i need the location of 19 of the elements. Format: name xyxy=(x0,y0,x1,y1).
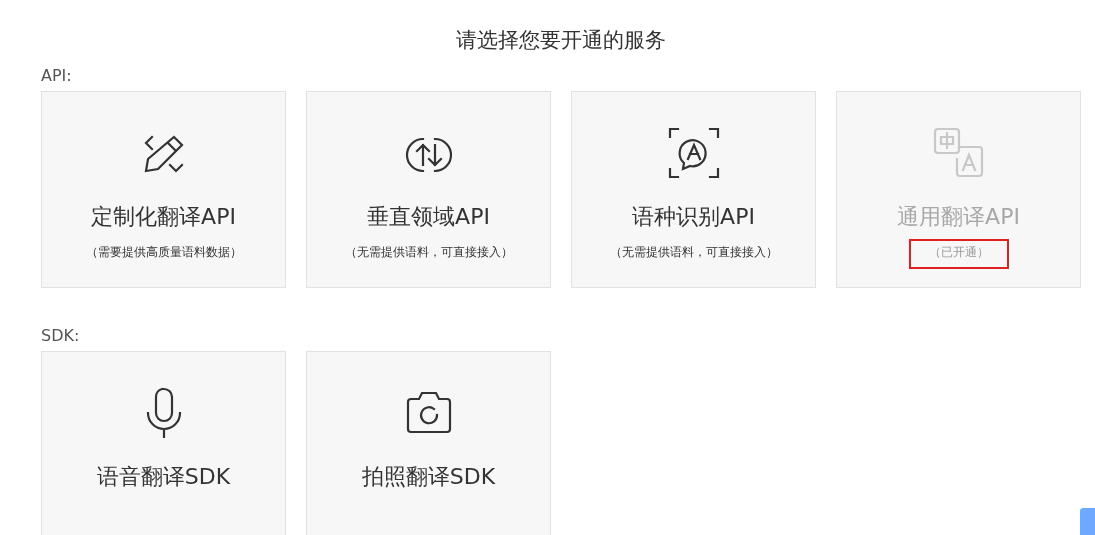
floating-tab[interactable] xyxy=(1080,508,1095,535)
service-card[interactable]: 语种识别API （无需提供语料，可直接接入） xyxy=(571,91,816,288)
section-label: API: xyxy=(41,66,73,85)
card-title: 拍照翻译SDK xyxy=(361,463,496,491)
card-note: （已开通） xyxy=(908,239,1009,269)
card-note: （需要提供高质量语料数据） xyxy=(84,244,243,261)
section-label: SDK: xyxy=(41,326,81,345)
card-title: 语种识别API xyxy=(632,203,755,231)
service-card[interactable]: 语音翻译SDK xyxy=(41,351,286,535)
card-title: 语音翻译SDK xyxy=(96,463,231,491)
card-note: （无需提供语料，可直接接入） xyxy=(343,244,514,261)
card-title: 通用翻译API xyxy=(897,203,1020,231)
card-note: （无需提供语料，可直接接入） xyxy=(608,244,779,261)
service-card[interactable]: 拍照翻译SDK xyxy=(306,351,551,535)
service-card[interactable]: 定制化翻译API （需要提供高质量语料数据） xyxy=(41,91,286,288)
service-card[interactable]: 垂直领域API （无需提供语料，可直接接入） xyxy=(306,91,551,288)
page-heading: 请选择您要开通的服务 xyxy=(455,27,667,54)
card-title: 定制化翻译API xyxy=(91,203,236,231)
card-title: 垂直领域API xyxy=(367,203,490,231)
